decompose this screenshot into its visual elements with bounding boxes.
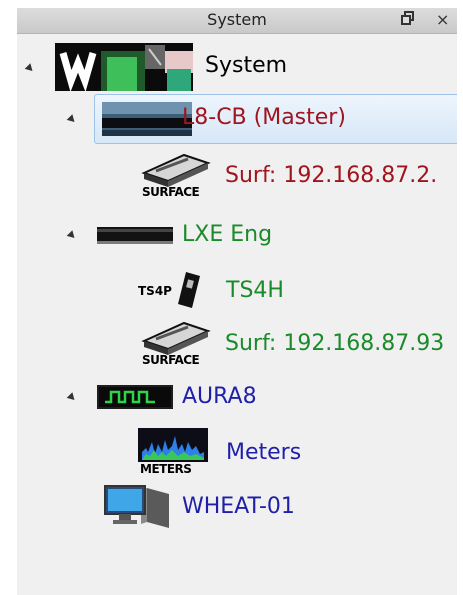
meters-icon: METERS — [138, 428, 208, 476]
expand-arrow-icon[interactable] — [24, 63, 36, 74]
surface-icon: SURFACE — [138, 319, 212, 371]
surface-icon-text: SURFACE — [142, 185, 200, 199]
tree-item-wheat-01[interactable]: WHEAT-01 — [17, 482, 457, 532]
system-panel: System × System L8-CB (Master) SURFACE S… — [17, 8, 457, 595]
pin-icon[interactable] — [401, 11, 415, 29]
aura-pulse-icon — [97, 385, 173, 413]
tree-label: Surf: 192.168.87.93 — [225, 331, 445, 356]
tree-label: L8-CB (Master) — [182, 105, 346, 130]
tree-label: LXE Eng — [182, 222, 273, 247]
close-icon[interactable]: × — [436, 10, 449, 29]
tree-item-l8-surface[interactable]: SURFACE Surf: 192.168.87.2. — [17, 151, 457, 201]
tree-item-ts4h[interactable]: TS4P TS4H — [17, 266, 457, 316]
computer-icon — [103, 482, 171, 534]
tree-item-lxe-surface[interactable]: SURFACE Surf: 192.168.87.93 — [17, 319, 457, 369]
panel-title: System — [207, 10, 267, 29]
tree-item-lxe-eng[interactable]: LXE Eng — [17, 210, 457, 260]
expand-arrow-icon[interactable] — [66, 230, 78, 241]
tree-item-l8-cb[interactable]: L8-CB (Master) — [17, 94, 457, 144]
tree-label: Surf: 192.168.87.2. — [225, 163, 438, 188]
tree-item-aura8[interactable]: AURA8 — [17, 374, 457, 424]
console-strip-icon — [102, 102, 192, 140]
surface-icon: SURFACE — [138, 151, 212, 203]
surface-icon-text: SURFACE — [142, 353, 200, 367]
ts4p-icon-text: TS4P — [138, 284, 172, 298]
tree-item-system[interactable]: System — [17, 43, 457, 93]
panel-titlebar: System × — [17, 8, 457, 34]
engine-strip-icon — [97, 223, 173, 251]
tree-label: AURA8 — [182, 384, 257, 409]
expand-arrow-icon[interactable] — [66, 114, 78, 125]
meters-icon-text: METERS — [140, 462, 192, 476]
expand-arrow-icon[interactable] — [66, 392, 78, 403]
tree-label: System — [205, 53, 288, 78]
tree-label: TS4H — [226, 278, 284, 303]
waves-logo-icon — [55, 43, 193, 95]
tree-label: Meters — [226, 440, 302, 465]
tree-item-meters[interactable]: METERS Meters — [17, 428, 457, 478]
tree-label: WHEAT-01 — [182, 494, 295, 519]
